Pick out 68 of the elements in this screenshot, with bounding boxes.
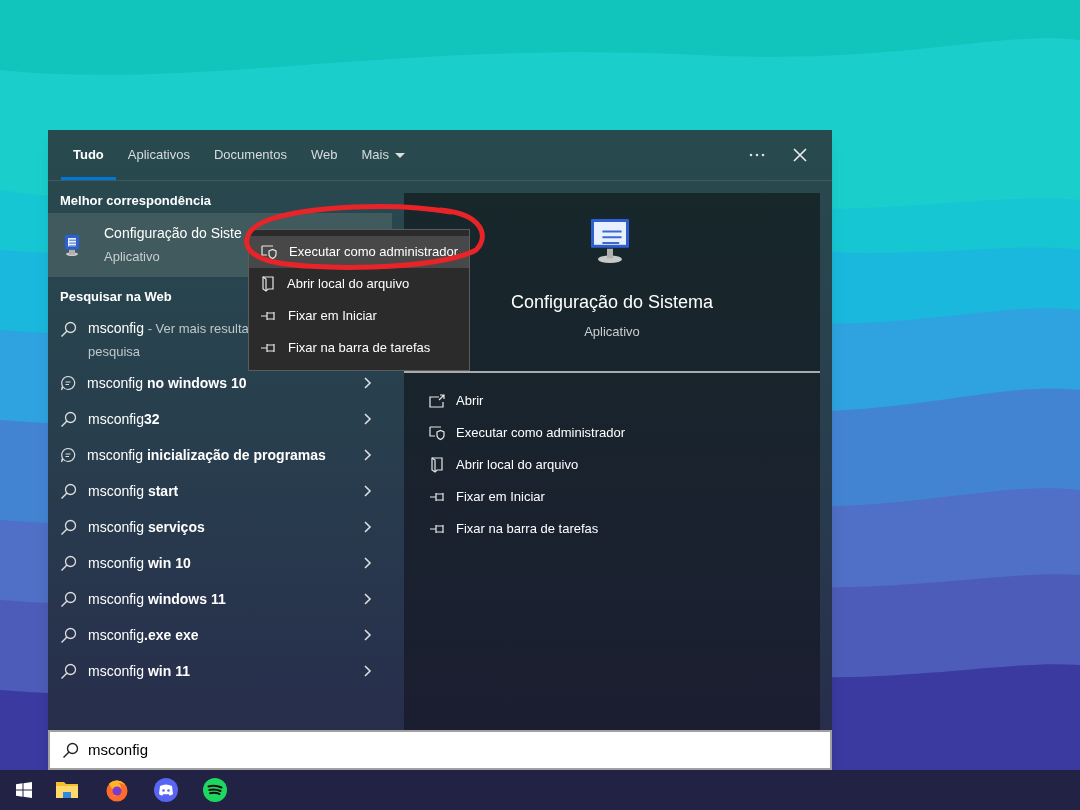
chevron-icon	[364, 557, 372, 569]
pin-icon	[261, 309, 276, 323]
section-heading: Melhor correspondência	[59, 192, 212, 210]
chevron-icon	[364, 485, 372, 497]
chevron-icon	[364, 521, 372, 533]
search-result[interactable]: msconfig serviços	[48, 509, 392, 545]
app-subtitle: Aplicativo	[104, 247, 161, 266]
app-title: Configuração do Siste	[104, 223, 242, 242]
open-icon	[429, 394, 445, 408]
action-item[interactable]: Fixar na barra de tarefas	[404, 513, 820, 545]
browser-icon[interactable]	[105, 778, 129, 802]
chevron-icon	[364, 629, 372, 641]
windows-icon[interactable]	[16, 782, 32, 798]
search-icon	[60, 626, 77, 644]
chevron-icon	[364, 413, 372, 425]
chevron-icon	[364, 377, 372, 389]
search-result[interactable]: msconfig32	[48, 401, 392, 437]
search-result[interactable]: msconfig start	[48, 473, 392, 509]
shield-icon	[429, 425, 445, 441]
app-subtitle: Aplicativo	[584, 323, 640, 341]
search-icon	[60, 410, 77, 428]
search-text: msconfig	[88, 739, 149, 760]
folder-icon	[261, 276, 275, 292]
folder-icon	[430, 457, 444, 473]
chevron-icon	[364, 593, 372, 605]
search-result[interactable]: msconfig win 10	[48, 545, 392, 581]
caret-icon	[394, 152, 405, 158]
search-result[interactable]: msconfig.exe exe	[48, 617, 392, 653]
search-field[interactable]: msconfig	[48, 730, 832, 770]
action-item[interactable]: Executar como administrador	[404, 417, 820, 449]
pin-icon	[261, 341, 276, 355]
search-result[interactable]: msconfig no windows 10	[48, 365, 392, 401]
music-app-icon[interactable]	[203, 778, 227, 802]
chat-app-icon[interactable]	[154, 778, 178, 802]
app-title: Configuração do Sistema	[510, 291, 714, 314]
search-icon	[60, 518, 77, 536]
menu-item[interactable]: Fixar em Iniciar	[249, 300, 469, 332]
search-icon	[60, 554, 77, 572]
search-result[interactable]: msconfig win 11	[48, 653, 392, 689]
more-icon[interactable]	[749, 153, 765, 157]
tab[interactable]: Aplicativos	[115, 130, 202, 180]
close-icon[interactable]	[793, 148, 807, 162]
speech-bubble-icon	[60, 446, 76, 464]
search-result[interactable]: msconfig windows 11	[48, 581, 392, 617]
search-icon	[60, 482, 77, 500]
search-icon	[60, 590, 77, 608]
chevron-icon	[364, 449, 372, 461]
action-item[interactable]: Fixar em Iniciar	[404, 481, 820, 513]
pin-icon	[429, 522, 445, 536]
search-icon	[60, 321, 77, 338]
search-icon	[62, 741, 79, 759]
action-item[interactable]: Abrir	[404, 385, 820, 417]
result-text: pesquisa	[88, 343, 142, 361]
menu-item[interactable]: Fixar na barra de tarefas	[249, 332, 469, 364]
result-text: msconfig - Ver mais resulta	[88, 319, 249, 338]
tab[interactable]: Web	[298, 130, 350, 180]
chevron-icon	[364, 665, 372, 677]
speech-bubble-icon	[60, 374, 76, 392]
tab[interactable]: Mais	[349, 130, 417, 180]
pin-icon	[429, 490, 445, 504]
search-result[interactable]: msconfig inicialização de programas	[48, 437, 392, 473]
tab[interactable]: Documentos	[201, 130, 299, 180]
action-item[interactable]: Abrir local do arquivo	[404, 449, 820, 481]
folder-icon[interactable]	[56, 780, 78, 800]
section-heading: Pesquisar na Web	[59, 288, 173, 305]
search-icon	[60, 662, 77, 680]
shield-icon	[261, 244, 277, 260]
tab[interactable]: Tudo	[61, 130, 116, 180]
